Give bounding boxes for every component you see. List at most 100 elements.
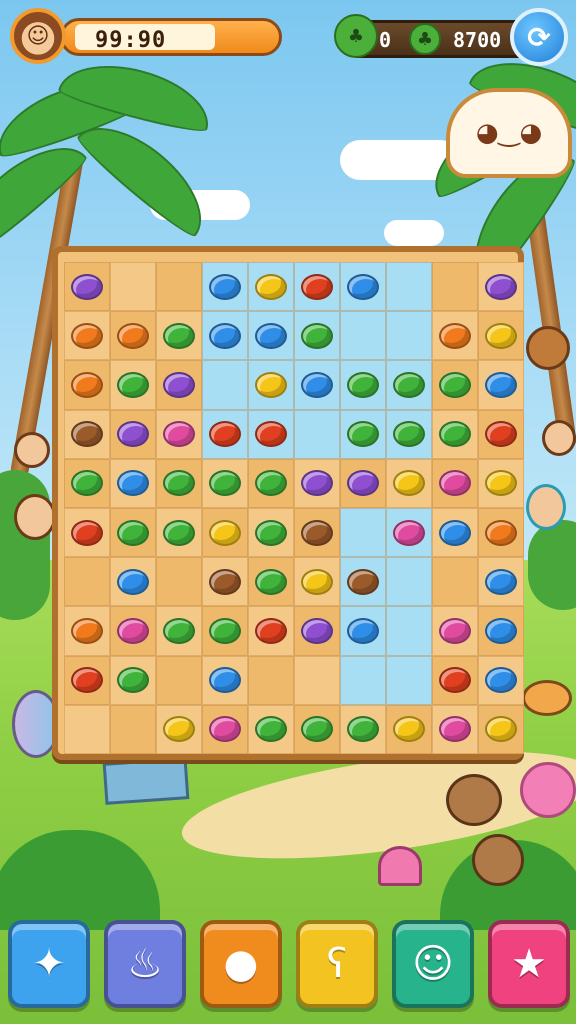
board-cell[interactable] [64,508,110,558]
board-cell[interactable] [156,704,202,754]
board-cell[interactable] [156,360,202,410]
board-cell[interactable] [432,557,478,607]
board-cell[interactable] [432,606,478,656]
board-cell[interactable] [202,508,248,558]
green-candy-tile[interactable] [301,716,333,743]
green-candy-tile[interactable] [255,568,287,595]
board-cell[interactable] [478,458,524,508]
board-cell[interactable] [64,360,110,410]
pink-candy-tile[interactable] [393,519,425,546]
blue-candy-tile[interactable] [255,322,287,349]
board-cell[interactable] [386,508,432,558]
player-avatar[interactable]: ☺ [10,8,66,64]
blue-candy-tile[interactable] [117,568,149,595]
board-cell[interactable] [340,458,386,508]
board-cell[interactable] [64,557,110,607]
board-cell[interactable] [156,458,202,508]
wand-powerup-button[interactable]: ✦ [8,920,90,1008]
board-cell[interactable] [248,311,294,361]
board-cell[interactable] [110,458,156,508]
board-cell[interactable] [478,606,524,656]
board-cell[interactable] [340,262,386,312]
board-cell[interactable] [202,409,248,459]
yellow-candy-tile[interactable] [485,716,517,743]
board-cell[interactable] [432,262,478,312]
board-cell[interactable] [386,409,432,459]
green-candy-tile[interactable] [117,371,149,398]
pink-candy-tile[interactable] [439,617,471,644]
board-cell[interactable] [248,360,294,410]
brown-candy-tile[interactable] [71,421,103,448]
green-candy-tile[interactable] [439,371,471,398]
red-candy-tile[interactable] [255,617,287,644]
red-candy-tile[interactable] [439,667,471,694]
green-candy-tile[interactable] [393,421,425,448]
green-candy-tile[interactable] [117,519,149,546]
purple-candy-tile[interactable] [347,470,379,497]
purple-candy-tile[interactable] [117,421,149,448]
star-powerup-button[interactable]: ★ [488,920,570,1008]
board-cell[interactable] [294,311,340,361]
board-cell[interactable] [248,262,294,312]
green-candy-tile[interactable] [347,716,379,743]
board-cell[interactable] [432,704,478,754]
yellow-candy-tile[interactable] [163,716,195,743]
orange-candy-tile[interactable] [117,322,149,349]
board-cell[interactable] [294,655,340,705]
board-cell[interactable] [110,508,156,558]
board-cell[interactable] [478,311,524,361]
board-cell[interactable] [156,557,202,607]
purple-candy-tile[interactable] [301,470,333,497]
green-candy-tile[interactable] [163,470,195,497]
board-cell[interactable] [432,655,478,705]
board-cell[interactable] [110,557,156,607]
board-cell[interactable] [248,655,294,705]
blue-candy-tile[interactable] [347,617,379,644]
board-cell[interactable] [386,655,432,705]
yellow-candy-tile[interactable] [255,371,287,398]
red-candy-tile[interactable] [71,667,103,694]
blue-candy-tile[interactable] [485,667,517,694]
board-cell[interactable] [110,262,156,312]
green-candy-tile[interactable] [347,371,379,398]
green-candy-tile[interactable] [163,322,195,349]
board-cell[interactable] [478,557,524,607]
green-candy-tile[interactable] [301,322,333,349]
board-cell[interactable] [294,704,340,754]
brown-candy-tile[interactable] [209,568,241,595]
red-candy-tile[interactable] [301,273,333,300]
board-cell[interactable] [432,409,478,459]
blue-candy-tile[interactable] [301,371,333,398]
potion-powerup-button[interactable]: ♨ [104,920,186,1008]
red-candy-tile[interactable] [485,421,517,448]
blue-candy-tile[interactable] [209,322,241,349]
board-cell[interactable] [248,557,294,607]
board-cell[interactable] [202,262,248,312]
yellow-candy-tile[interactable] [301,568,333,595]
board-cell[interactable] [294,262,340,312]
board-cell[interactable] [156,409,202,459]
blue-candy-tile[interactable] [347,273,379,300]
refresh-button[interactable]: ⟳ [510,8,568,66]
board-cell[interactable] [294,508,340,558]
board-cell[interactable] [64,409,110,459]
board-cell[interactable] [386,311,432,361]
board-cell[interactable] [110,311,156,361]
board-cell[interactable] [478,655,524,705]
green-candy-tile[interactable] [255,716,287,743]
green-candy-tile[interactable] [255,519,287,546]
green-candy-tile[interactable] [71,470,103,497]
purple-candy-tile[interactable] [301,617,333,644]
board-cell[interactable] [478,360,524,410]
yellow-candy-tile[interactable] [393,470,425,497]
board-cell[interactable] [294,606,340,656]
board-cell[interactable] [110,360,156,410]
board-cell[interactable] [110,409,156,459]
orange-candy-tile[interactable] [485,519,517,546]
board-cell[interactable] [202,311,248,361]
orange-candy-tile[interactable] [71,617,103,644]
yellow-candy-tile[interactable] [485,322,517,349]
blue-candy-tile[interactable] [485,617,517,644]
red-candy-tile[interactable] [71,519,103,546]
board-cell[interactable] [202,557,248,607]
